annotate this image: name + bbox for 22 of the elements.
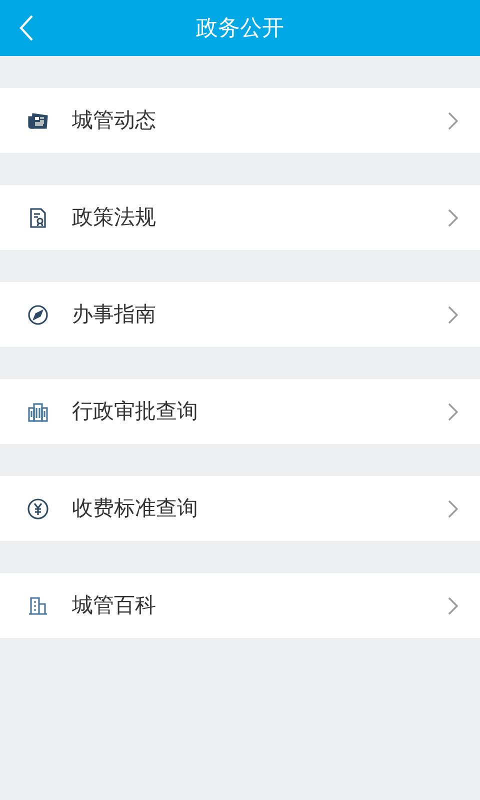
menu-item-label: 办事指南 xyxy=(72,300,157,328)
menu-item-label: 收费标准查询 xyxy=(72,494,199,522)
menu-item[interactable]: 行政审批查询 xyxy=(0,379,480,444)
chevron-icon xyxy=(448,596,458,614)
menu-item[interactable]: 城管百科 xyxy=(0,573,480,638)
yen-icon xyxy=(26,496,50,520)
menu-item-label: 政策法规 xyxy=(72,204,157,231)
chevron-icon xyxy=(448,500,458,518)
page-title: 政务公开 xyxy=(196,14,284,42)
menu-item[interactable]: 政策法规 xyxy=(0,185,480,250)
menu-item-label: 城管动态 xyxy=(72,106,157,134)
chevron-icon xyxy=(448,402,458,420)
compass-icon xyxy=(26,302,50,326)
menu-item[interactable]: 办事指南 xyxy=(0,282,480,347)
menu-item[interactable]: 收费标准查询 xyxy=(0,476,480,541)
menu-item-label: 行政审批查询 xyxy=(72,398,199,425)
chevron-icon xyxy=(448,112,458,130)
menu-item[interactable]: 城管动态 xyxy=(0,88,480,153)
menu-item-label: 城管百科 xyxy=(72,592,157,619)
back-icon xyxy=(18,14,34,42)
chevron-icon xyxy=(448,208,458,226)
chevron-icon xyxy=(448,306,458,324)
